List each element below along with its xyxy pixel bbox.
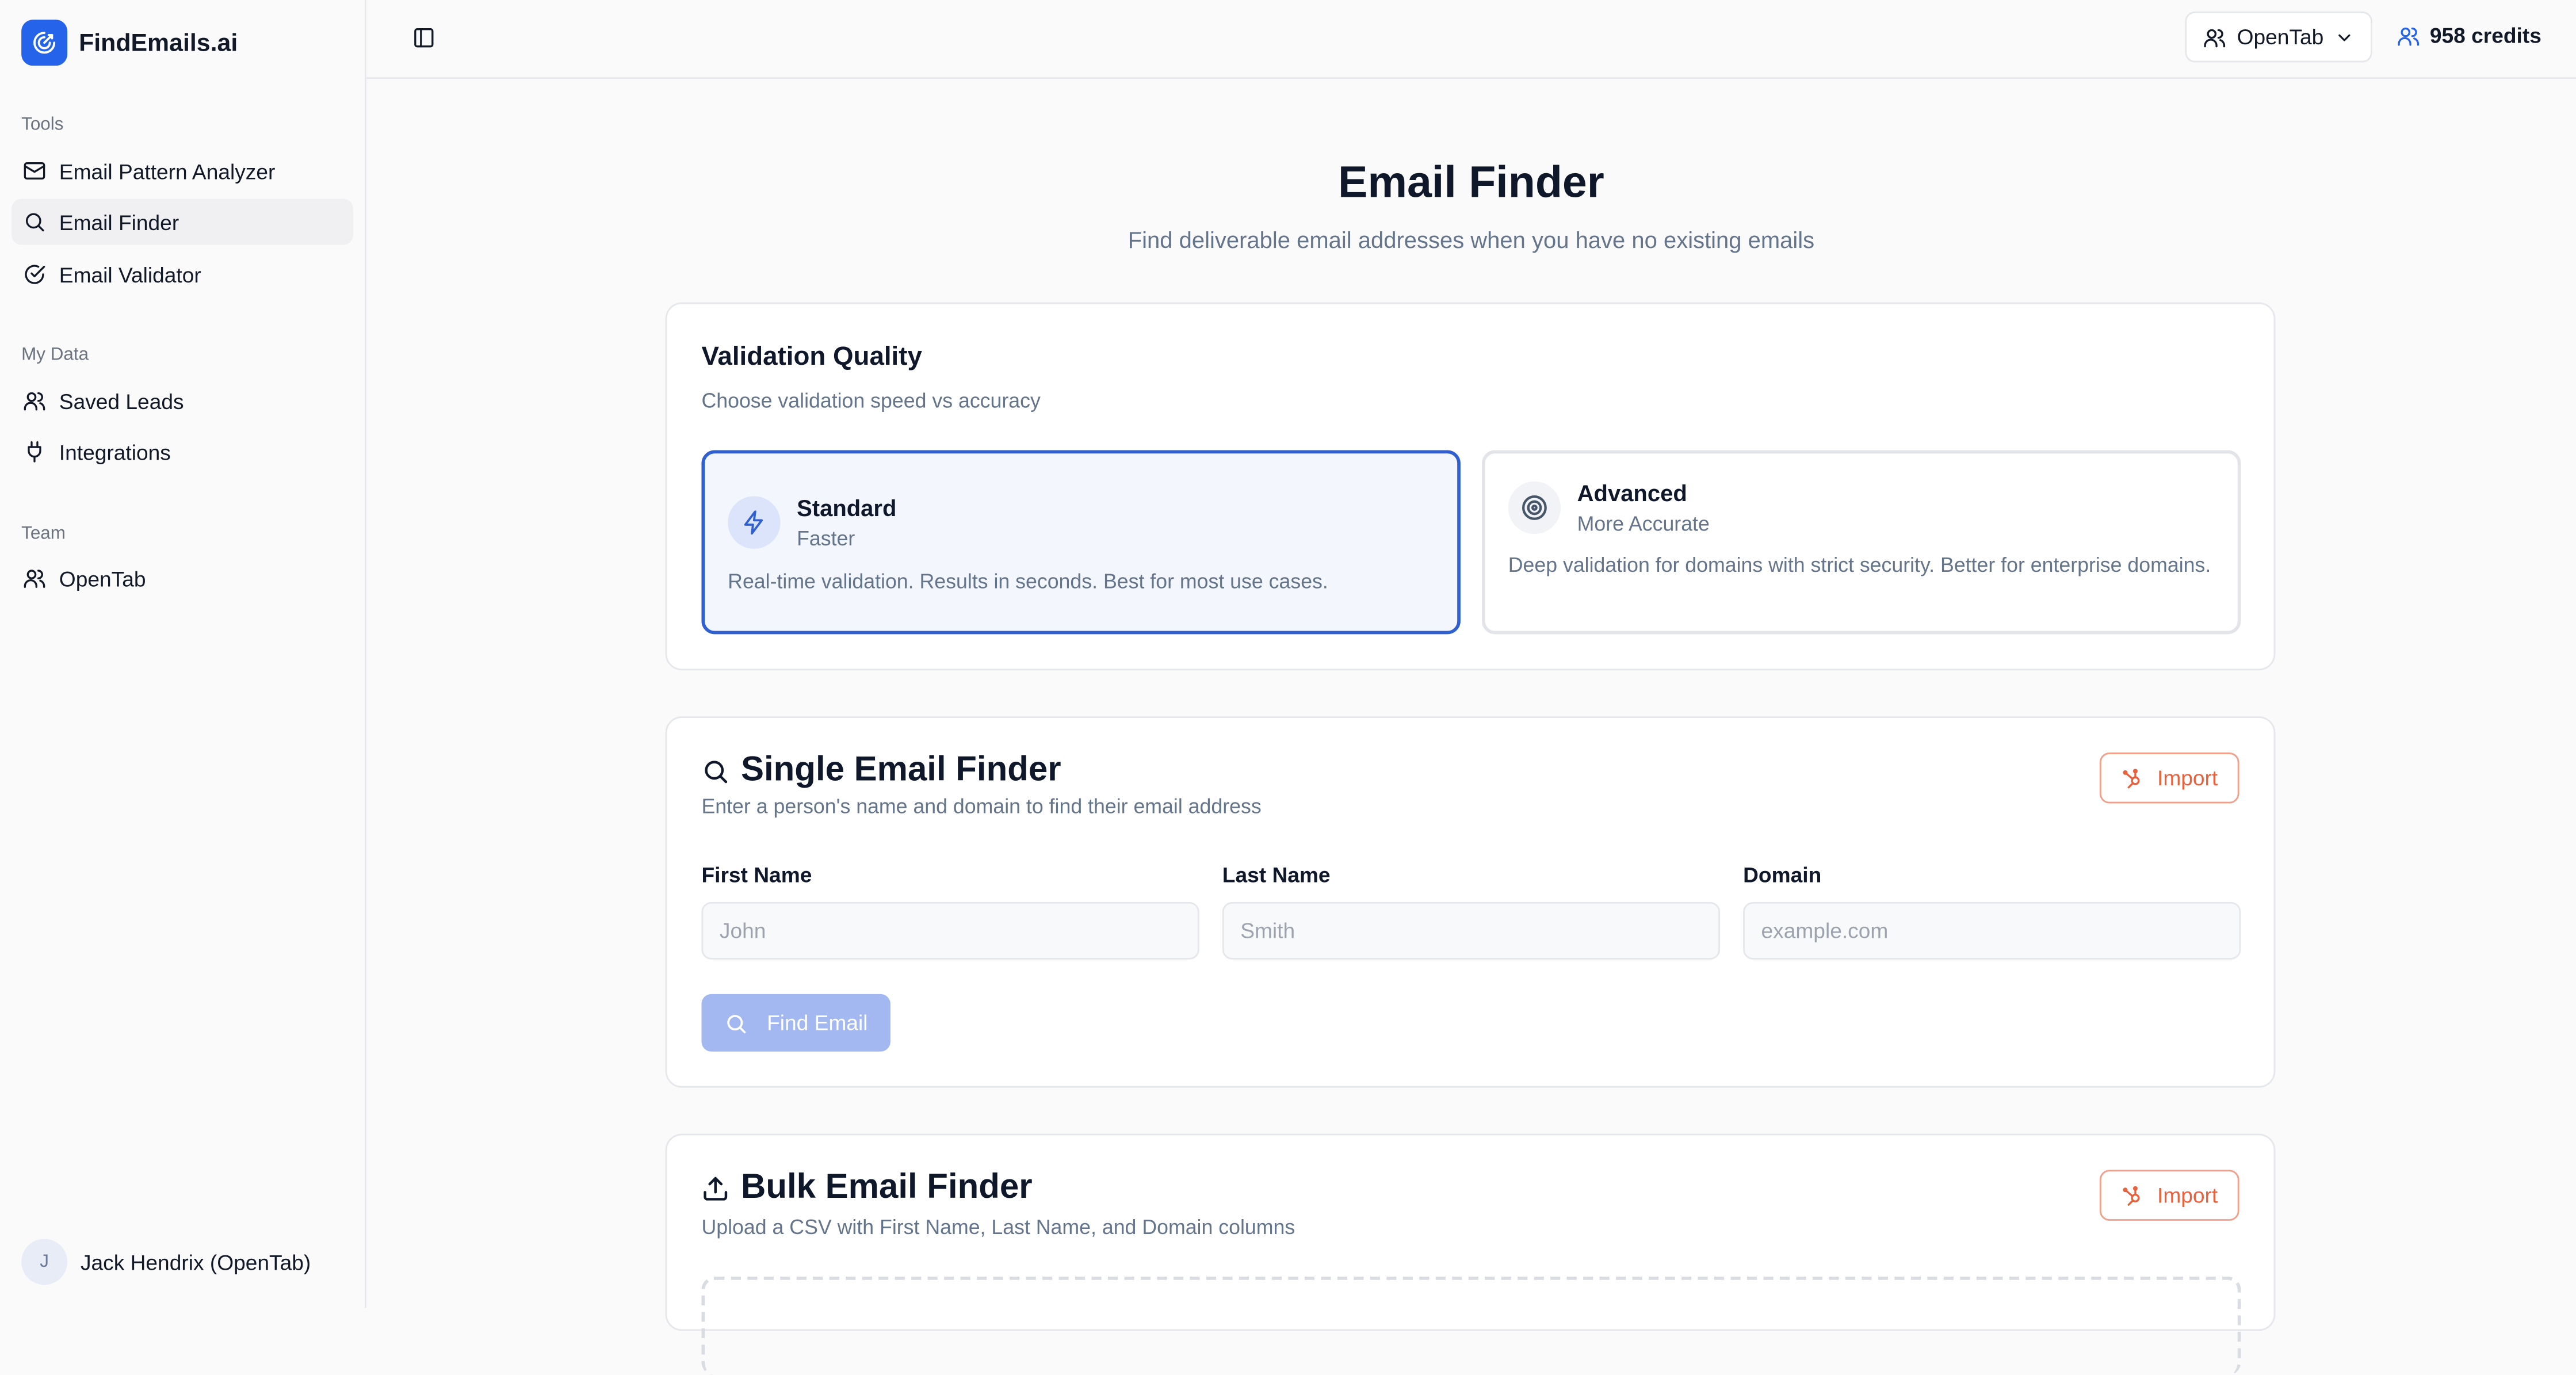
search-icon bbox=[727, 1014, 746, 1033]
bulk-email-finder-title: Bulk Email Finder bbox=[741, 1168, 1033, 1206]
upload-icon bbox=[704, 1176, 728, 1200]
last-name-label: Last Name bbox=[1222, 862, 1331, 888]
nav-section-my-data: My Data bbox=[21, 345, 89, 365]
app-viewport: FindEmails.ai Tools Email Pattern Analyz… bbox=[0, 0, 2576, 1375]
domain-label: Domain bbox=[1743, 862, 1822, 888]
quality-option-subtitle: Faster bbox=[797, 527, 855, 551]
quality-option-description: Real-time validation. Results in seconds… bbox=[728, 570, 1328, 593]
single-email-finder-heading: Single Email Finder bbox=[701, 751, 1061, 790]
lightning-icon bbox=[728, 496, 781, 549]
quality-option-name: Advanced bbox=[1577, 479, 1687, 506]
first-name-label: First Name bbox=[701, 862, 812, 888]
search-icon bbox=[705, 760, 728, 782]
last-name-input[interactable] bbox=[1222, 902, 1721, 960]
users-icon bbox=[2203, 28, 2225, 47]
brand-logo-icon bbox=[21, 20, 68, 66]
hubspot-icon bbox=[2123, 767, 2140, 788]
first-name-input[interactable] bbox=[701, 902, 1199, 960]
quality-option-description: Deep validation for domains with strict … bbox=[1508, 553, 2211, 577]
validation-quality-description: Choose validation speed vs accuracy bbox=[701, 389, 1041, 412]
bulk-import-button[interactable]: Import bbox=[2099, 1170, 2239, 1221]
bulk-import-label: Import bbox=[2157, 1183, 2218, 1208]
quality-option-subtitle: More Accurate bbox=[1577, 513, 1710, 536]
credits-label: 958 credits bbox=[2429, 22, 2541, 48]
sidebar-item-opentab[interactable]: OpenTab bbox=[12, 555, 353, 601]
bulk-email-finder-description: Upload a CSV with First Name, Last Name,… bbox=[701, 1216, 1295, 1239]
users-icon bbox=[2398, 26, 2420, 45]
single-import-button[interactable]: Import bbox=[2099, 753, 2239, 804]
search-icon bbox=[25, 213, 44, 232]
user-name: Jack Hendrix (OpenTab) bbox=[80, 1249, 311, 1274]
quality-option-name: Standard bbox=[797, 494, 897, 521]
validation-quality-card: Validation Quality Choose validation spe… bbox=[665, 302, 2276, 671]
topbar: OpenTab 958 credits bbox=[366, 0, 2576, 79]
nav-section-team: Team bbox=[21, 524, 66, 544]
chevron-down-icon bbox=[2339, 33, 2351, 41]
single-email-finder-description: Enter a person's name and domain to find… bbox=[701, 795, 1262, 819]
team-selector-label: OpenTab bbox=[2237, 24, 2324, 49]
app-root: FindEmails.ai Tools Email Pattern Analyz… bbox=[0, 0, 2576, 1375]
find-email-label: Find Email bbox=[767, 1010, 868, 1036]
bulk-email-finder-heading: Bulk Email Finder bbox=[701, 1168, 1033, 1208]
single-email-finder-card: Single Email Finder Enter a person's nam… bbox=[665, 716, 2276, 1088]
domain-input[interactable] bbox=[1743, 902, 2241, 960]
csv-dropzone[interactable] bbox=[701, 1277, 2241, 1375]
team-selector[interactable]: OpenTab bbox=[2185, 11, 2372, 63]
find-email-button[interactable]: Find Email bbox=[701, 994, 890, 1052]
sidebar-item-email-validator[interactable]: Email Validator bbox=[12, 251, 353, 297]
sidebar-item-label: Email Pattern Analyzer bbox=[59, 158, 276, 184]
plug-icon bbox=[28, 441, 41, 463]
bulk-email-finder-card: Bulk Email Finder Upload a CSV with Firs… bbox=[665, 1133, 2276, 1375]
sidebar-item-label: OpenTab bbox=[59, 566, 146, 591]
sidebar-item-email-finder[interactable]: Email Finder bbox=[11, 198, 354, 245]
sidebar-item-integrations[interactable]: Integrations bbox=[12, 429, 353, 475]
sidebar-item-label: Saved Leads bbox=[59, 388, 184, 414]
mail-icon bbox=[24, 162, 45, 180]
users-icon bbox=[24, 570, 45, 588]
sidebar-item-label: Integrations bbox=[59, 439, 171, 464]
main-content: Email Finder Find deliverable email addr… bbox=[366, 79, 2576, 1375]
page-title: Email Finder bbox=[1338, 158, 1604, 207]
quality-option-advanced[interactable]: Advanced More Accurate Deep validation f… bbox=[1482, 450, 2241, 635]
user-menu[interactable]: J Jack Hendrix (OpenTab) bbox=[21, 1239, 311, 1285]
avatar: J bbox=[21, 1239, 68, 1285]
sidebar-toggle-icon[interactable] bbox=[409, 23, 438, 52]
sidebar: FindEmails.ai Tools Email Pattern Analyz… bbox=[0, 0, 366, 1308]
validation-quality-title: Validation Quality bbox=[701, 343, 922, 372]
credits-indicator: 958 credits bbox=[2397, 23, 2541, 48]
page-subtitle: Find deliverable email addresses when yo… bbox=[1128, 227, 1815, 253]
sidebar-item-label: Email Validator bbox=[59, 262, 201, 287]
single-email-finder-title: Single Email Finder bbox=[741, 751, 1061, 789]
sidebar-item-label: Email Finder bbox=[59, 209, 179, 234]
hubspot-icon bbox=[2123, 1185, 2140, 1205]
brand-name: FindEmails.ai bbox=[79, 28, 238, 57]
single-import-label: Import bbox=[2157, 765, 2218, 790]
sidebar-item-email-pattern-analyzer[interactable]: Email Pattern Analyzer bbox=[12, 148, 353, 194]
target-icon bbox=[1508, 481, 1561, 534]
nav-section-tools: Tools bbox=[21, 114, 64, 135]
sidebar-item-saved-leads[interactable]: Saved Leads bbox=[12, 378, 353, 424]
brand[interactable]: FindEmails.ai bbox=[21, 20, 238, 66]
users-icon bbox=[24, 392, 45, 411]
quality-option-standard[interactable]: Standard Faster Real-time validation. Re… bbox=[701, 450, 1461, 635]
check-circle-icon bbox=[25, 265, 45, 284]
